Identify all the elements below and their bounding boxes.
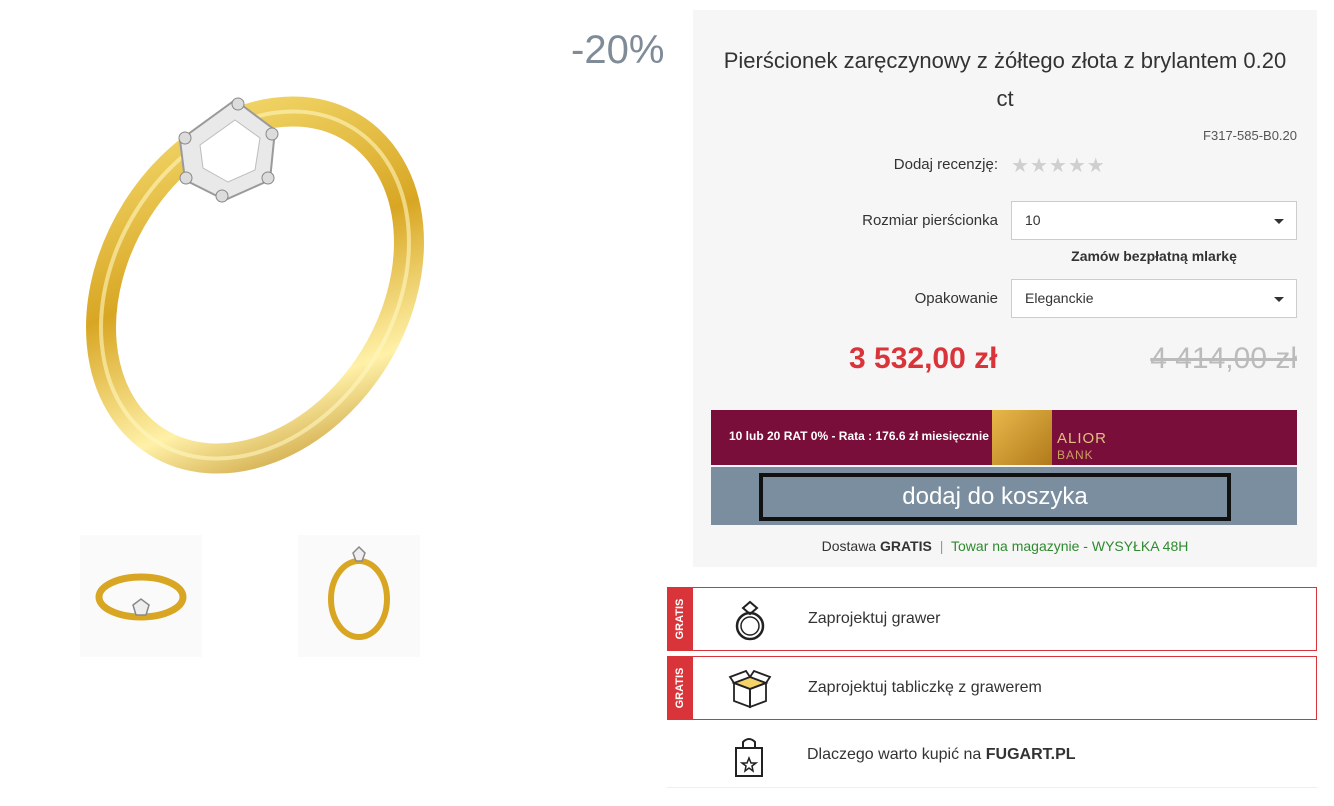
store-brand: FUGART.PL (985, 746, 1076, 763)
add-to-cart-button[interactable]: dodaj do koszyka (759, 473, 1231, 521)
star-icon[interactable]: ★ (1087, 155, 1106, 177)
engraving-feature[interactable]: GRATIS Zaprojektuj grawer (667, 587, 1317, 651)
thumbnail-2[interactable] (298, 535, 420, 657)
product-info-panel: Pierścionek zaręczynowy z żółtego złota … (693, 10, 1317, 567)
star-icon[interactable]: ★ (1068, 155, 1087, 177)
review-label: Dodaj recenzję: (893, 156, 998, 173)
stock-status: Towar na magazynie - WYSYŁKA 48H (951, 538, 1189, 554)
why-buy-prefix: Dlaczego warto kupić na (807, 746, 982, 763)
alior-brand: ALIOR (1057, 430, 1108, 447)
engraved-plate-feature[interactable]: GRATIS Zaprojektuj tabliczkę z grawerem (667, 656, 1317, 720)
delivery-info: Dostawa GRATIS | Towar na magazynie - WY… (693, 538, 1317, 554)
packaging-value: Eleganckie (1025, 290, 1094, 306)
shopping-bag-icon (727, 734, 771, 778)
product-title: Pierścionek zaręczynowy z żółtego złota … (723, 48, 1287, 111)
current-price: 3 532,00 zł (849, 342, 998, 375)
gratis-badge: GRATIS (667, 587, 693, 651)
gratis-badge: GRATIS (667, 656, 693, 720)
delivery-separator: | (939, 538, 944, 554)
ring-size-select[interactable]: 10 (1011, 201, 1297, 240)
star-icon[interactable]: ★ (1011, 155, 1030, 177)
ring-photo (86, 96, 424, 474)
ring-thumbnail-side (328, 545, 390, 640)
discount-badge: -20% (571, 28, 665, 72)
star-icon[interactable]: ★ (1049, 155, 1068, 177)
chevron-down-icon (1274, 297, 1284, 302)
add-to-cart-area: dodaj do koszyka (711, 467, 1297, 525)
main-product-image[interactable] (0, 20, 500, 520)
free-ring-sizer-link[interactable]: Zamów bezpłatną mlarkę (1011, 248, 1297, 264)
ring-size-value: 10 (1025, 212, 1041, 228)
packaging-label: Opakowanie (914, 290, 998, 307)
why-buy-feature[interactable]: Dlaczego warto kupić na FUGART.PL (667, 724, 1317, 788)
product-sku: F317-585-B0.20 (1203, 128, 1297, 143)
ring-size-label: Rozmiar pierścionka (862, 212, 998, 229)
star-icon[interactable]: ★ (1030, 155, 1049, 177)
packaging-select[interactable]: Eleganckie (1011, 279, 1297, 318)
alior-brand-sub: BANK (1057, 448, 1094, 462)
delivery-prefix: Dostawa (821, 538, 877, 554)
installments-text: 10 lub 20 RAT 0% - Rata : 176.6 zł miesi… (729, 429, 989, 443)
old-price: 4 414,00 zł (1150, 342, 1297, 375)
engraved-plate-text: Zaprojektuj tabliczkę z grawerem (808, 679, 1042, 696)
ring-thumbnail-front (95, 573, 187, 621)
delivery-gratis: GRATIS (879, 538, 932, 554)
ring-icon (728, 598, 772, 642)
chevron-down-icon (1274, 219, 1284, 224)
alior-logo-icon (992, 410, 1052, 465)
product-page: -20% Pierścionek zaręczynowy z żółtego z… (0, 0, 1334, 806)
thumbnail-1[interactable] (80, 535, 202, 657)
why-buy-text: Dlaczego warto kupić na FUGART.PL (807, 746, 1076, 764)
alior-installments-banner[interactable]: 10 lub 20 RAT 0% - Rata : 176.6 zł miesi… (711, 410, 1297, 465)
gift-box-icon (728, 667, 772, 711)
rating-stars[interactable]: ★★★★★ (1011, 153, 1106, 178)
engraving-text: Zaprojektuj grawer (808, 610, 941, 627)
